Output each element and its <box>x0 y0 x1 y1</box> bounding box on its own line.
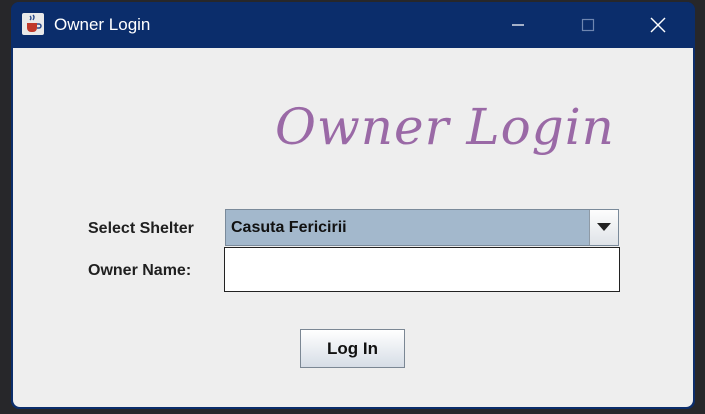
maximize-icon <box>581 18 595 32</box>
login-heading: Owner Login <box>275 98 615 156</box>
close-button[interactable] <box>623 2 693 48</box>
login-button[interactable]: Log In <box>300 329 405 368</box>
title-bar[interactable]: Owner Login <box>11 2 695 48</box>
select-shelter-label: Select Shelter <box>88 220 194 237</box>
owner-name-label: Owner Name: <box>88 262 192 279</box>
window-title: Owner Login <box>54 15 151 34</box>
shelter-selected-value: Casuta Fericirii <box>231 219 347 236</box>
shelter-dropdown[interactable]: Casuta Fericirii <box>225 209 619 246</box>
login-form-panel: Owner Login Select Shelter Casuta Ferici… <box>13 48 693 407</box>
minimize-icon <box>512 24 524 26</box>
owner-name-input[interactable] <box>224 247 620 292</box>
java-coffee-cup-icon <box>22 13 44 35</box>
owner-login-window: Owner Login Owner Login Select Shelter C… <box>11 2 695 409</box>
shelter-dropdown-button[interactable] <box>589 210 618 245</box>
maximize-button[interactable] <box>553 2 623 48</box>
triangle-down-icon <box>597 223 611 231</box>
close-icon <box>650 17 666 33</box>
minimize-button[interactable] <box>483 2 553 48</box>
